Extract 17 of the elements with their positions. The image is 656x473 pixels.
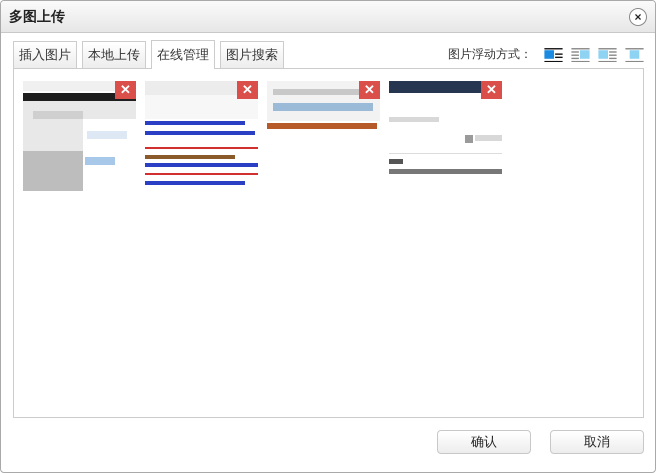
tab[interactable]: 在线管理 <box>151 40 215 69</box>
delete-button[interactable]: ✕ <box>481 81 502 99</box>
float-none-icon[interactable] <box>598 47 617 62</box>
delete-button[interactable]: ✕ <box>115 81 136 99</box>
delete-button[interactable]: ✕ <box>359 81 380 99</box>
tab[interactable]: 插入图片 <box>13 41 77 68</box>
window-title: 多图上传 <box>9 8 65 26</box>
close-button[interactable]: × <box>629 8 647 26</box>
dialog-button[interactable]: 确认 <box>437 430 531 454</box>
float-label: 图片浮动方式： <box>448 46 532 63</box>
delete-button[interactable]: ✕ <box>237 81 258 99</box>
float-right-icon[interactable] <box>571 47 590 62</box>
dialog-button[interactable]: 取消 <box>550 430 644 454</box>
tab[interactable]: 图片搜索 <box>220 41 284 68</box>
float-left-icon[interactable] <box>544 47 563 62</box>
float-center-icon[interactable] <box>625 47 644 62</box>
tab[interactable]: 本地上传 <box>82 41 146 68</box>
